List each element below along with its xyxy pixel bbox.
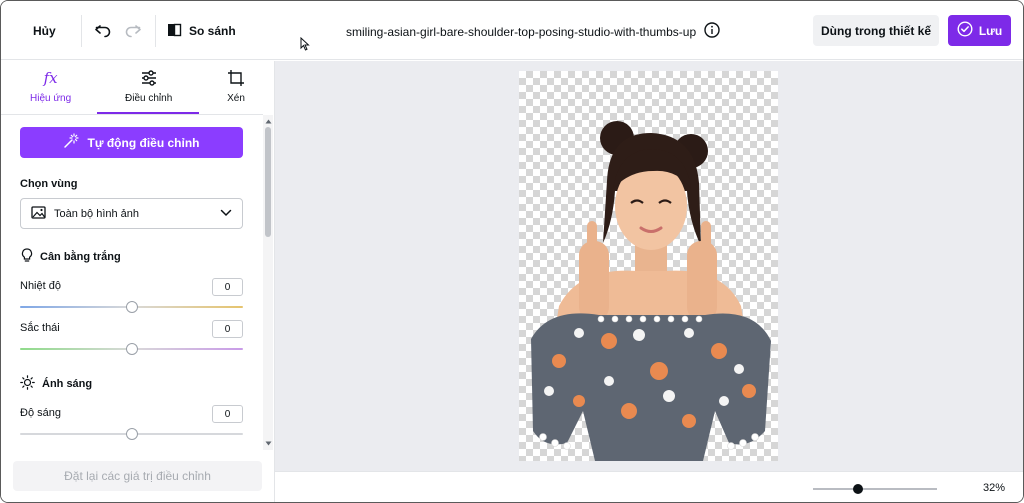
sun-icon — [20, 375, 35, 393]
tint-input[interactable]: 0 — [212, 320, 243, 338]
crop-icon — [227, 69, 245, 87]
scroll-down-icon[interactable] — [264, 439, 272, 447]
image-canvas — [275, 61, 1023, 471]
app-window: Hủy So sánh smiling-asian-girl-bare-shou… — [0, 0, 1024, 503]
file-title: smiling-asian-girl-bare-shoulder-top-pos… — [346, 22, 720, 41]
tint-slider[interactable] — [20, 343, 243, 355]
temperature-input[interactable]: 0 — [212, 278, 243, 296]
tab-crop[interactable]: Xén — [227, 69, 245, 104]
compare-label: So sánh — [189, 24, 236, 38]
tab-effects-label: Hiệu ứng — [30, 93, 72, 104]
fx-icon: fx — [43, 69, 58, 87]
photo-preview[interactable] — [519, 71, 778, 461]
panel-tabs: fx Hiệu ứng Điều chỉnh Xén — [1, 61, 263, 115]
temperature-slider-thumb[interactable] — [125, 301, 138, 313]
zoom-slider-thumb[interactable] — [852, 484, 863, 494]
brightness-label: Độ sáng — [20, 407, 61, 419]
tint-label: Sắc thái — [20, 322, 60, 334]
cancel-button[interactable]: Hủy — [19, 17, 70, 45]
magic-wand-icon — [63, 133, 80, 152]
top-bar: Hủy So sánh smiling-asian-girl-bare-shou… — [1, 1, 1023, 60]
tab-adjust-label: Điều chỉnh — [125, 93, 173, 104]
light-heading: Ánh sáng — [20, 375, 92, 393]
zoom-bar: 32% — [275, 471, 1023, 502]
panel-scrollbar[interactable] — [263, 115, 273, 450]
tab-effects[interactable]: fx Hiệu ứng — [30, 69, 71, 104]
auto-adjust-label: Tự động điều chỉnh — [87, 135, 200, 150]
select-area-value: Toàn bộ hình ảnh — [54, 207, 140, 220]
zoom-track — [813, 488, 937, 490]
divider — [81, 15, 82, 47]
redo-icon[interactable] — [121, 19, 145, 43]
brightness-slider[interactable] — [20, 428, 243, 440]
divider — [155, 15, 156, 47]
temperature-label: Nhiệt độ — [20, 280, 61, 292]
brightness-slider-thumb[interactable] — [125, 428, 138, 440]
temperature-slider[interactable] — [20, 301, 243, 313]
check-circle-icon — [957, 21, 973, 40]
lightbulb-icon — [21, 248, 33, 266]
auto-adjust-button[interactable]: Tự động điều chỉnh — [20, 127, 243, 158]
scrollbar-thumb[interactable] — [265, 127, 271, 237]
tab-adjust[interactable]: Điều chỉnh — [125, 69, 172, 104]
image-icon — [31, 205, 46, 222]
white-balance-label: Cân bằng trắng — [40, 251, 121, 263]
adjust-scroll-area: Tự động điều chỉnh Chọn vùng Toàn bộ hìn… — [1, 115, 263, 450]
portrait-illustration — [531, 121, 771, 461]
compare-button[interactable]: So sánh — [167, 17, 236, 45]
scroll-up-icon[interactable] — [264, 117, 272, 125]
select-area-dropdown[interactable]: Toàn bộ hình ảnh — [20, 198, 243, 229]
adjust-panel: fx Hiệu ứng Điều chỉnh Xén Tự động điều … — [1, 61, 275, 502]
mouse-cursor-icon — [300, 36, 310, 56]
save-button[interactable]: Lưu — [948, 15, 1011, 46]
chevron-down-icon — [220, 208, 232, 220]
save-label: Lưu — [978, 23, 1003, 38]
file-name: smiling-asian-girl-bare-shoulder-top-pos… — [346, 24, 697, 39]
reset-adjustments-button[interactable]: Đặt lại các giá trị điều chỉnh — [13, 461, 262, 491]
use-in-design-button[interactable]: Dùng trong thiết kế — [813, 15, 939, 46]
brightness-input[interactable]: 0 — [212, 405, 243, 423]
info-icon[interactable] — [704, 22, 720, 41]
compare-icon — [167, 23, 183, 40]
zoom-slider[interactable] — [813, 483, 937, 495]
white-balance-heading: Cân bằng trắng — [21, 248, 121, 266]
zoom-level-label: 32% — [983, 482, 1006, 494]
select-area-heading: Chọn vùng — [20, 178, 78, 190]
tab-crop-label: Xén — [227, 93, 245, 104]
light-label: Ánh sáng — [42, 378, 93, 390]
tint-slider-thumb[interactable] — [125, 343, 138, 355]
undo-icon[interactable] — [91, 19, 115, 43]
sliders-icon — [140, 69, 158, 87]
